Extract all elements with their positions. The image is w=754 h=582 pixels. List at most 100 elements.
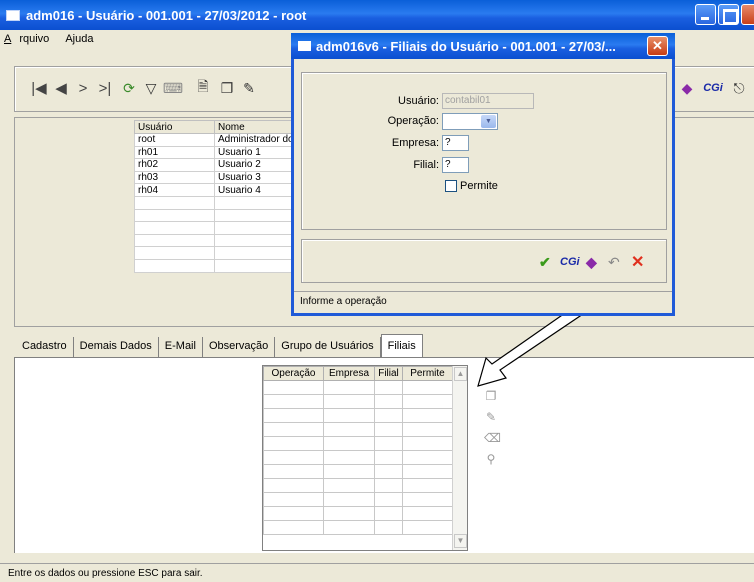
edit-icon[interactable]: ✎ — [484, 410, 498, 425]
table-row-empty[interactable] — [263, 464, 453, 479]
menu-arquivo[interactable]: Arquivo — [4, 33, 57, 45]
table-row-empty[interactable] — [263, 380, 453, 395]
dialog-title-bar[interactable]: adm016v6 - Filiais do Usuário - 001.001 … — [291, 33, 675, 59]
empty-cell — [263, 464, 324, 479]
column-header-empresa[interactable]: Empresa — [323, 366, 375, 381]
eraser-icon[interactable]: ⌨ — [163, 77, 183, 99]
table-row[interactable]: rh01 Usuario 1 — [134, 145, 298, 160]
usuario-label: Usuário: — [398, 95, 439, 107]
filiais-tab-panel: Operação Empresa Filial Permite ▲ ▼ ❐ ✎ … — [14, 357, 754, 553]
tab-e-mail[interactable]: E-Mail — [159, 337, 203, 357]
filial-field[interactable]: ? — [442, 157, 469, 173]
column-header-operacao[interactable]: Operação — [263, 366, 324, 381]
table-row-empty[interactable] — [134, 208, 298, 223]
book-icon[interactable]: ◆ — [677, 77, 697, 99]
column-header-nome[interactable]: Nome — [214, 120, 298, 134]
table-row-empty[interactable] — [263, 408, 453, 423]
tab-observacao[interactable]: Observação — [203, 337, 276, 357]
empty-cell — [374, 380, 403, 395]
table-row-empty[interactable] — [134, 233, 298, 248]
checkbox-box[interactable] — [445, 180, 457, 192]
chevron-down-icon[interactable]: ▼ — [481, 114, 496, 128]
close-button[interactable] — [741, 4, 754, 25]
undo-icon[interactable]: ↶ — [608, 254, 620, 271]
table-row[interactable]: rh02 Usuario 2 — [134, 158, 298, 172]
dialog-actions: ✔ CGi ◆ ↶ ✕ — [301, 239, 667, 283]
empty-cell — [134, 246, 215, 260]
copy-icon[interactable]: ❐ — [217, 77, 237, 99]
main-title-bar[interactable]: adm016 - Usuário - 001.001 - 27/03/2012 … — [0, 0, 754, 30]
filter-icon[interactable]: ▽ — [141, 77, 161, 99]
tab-cadastro[interactable]: Cadastro — [16, 337, 74, 357]
column-header-permite[interactable]: Permite — [402, 366, 453, 381]
edit-icon[interactable]: ✎ — [239, 77, 259, 99]
table-row-empty[interactable] — [263, 520, 453, 535]
empty-cell — [374, 478, 403, 493]
tab-filiais[interactable]: Filiais — [380, 334, 423, 357]
column-header-filial[interactable]: Filial — [374, 366, 403, 381]
table-row[interactable]: root Administrador do — [134, 133, 298, 147]
cgi-logo[interactable]: CGi — [560, 256, 580, 268]
first-record-icon[interactable]: |◀ — [29, 77, 49, 99]
empty-cell — [263, 436, 324, 451]
refresh-icon[interactable]: ⟳ — [119, 77, 139, 99]
empty-cell — [374, 436, 403, 451]
table-row-empty[interactable] — [263, 492, 453, 507]
table-row-empty[interactable] — [263, 478, 453, 493]
empresa-field[interactable]: ? — [442, 135, 469, 151]
empty-cell — [402, 464, 453, 479]
scroll-up-icon[interactable]: ▲ — [454, 367, 467, 381]
new-document-icon[interactable]: 🗎 — [193, 77, 213, 99]
table-row-empty[interactable] — [134, 246, 298, 260]
empty-cell — [323, 464, 375, 479]
empty-cell — [402, 422, 453, 437]
column-header-usuario[interactable]: Usuário — [134, 120, 215, 134]
table-row-empty[interactable] — [263, 422, 453, 437]
table-row[interactable]: rh03 Usuario 3 — [134, 170, 298, 185]
tab-demais-dados[interactable]: Demais Dados — [74, 337, 159, 357]
exit-icon[interactable]: ⎋ — [729, 77, 749, 99]
empty-cell — [374, 394, 403, 409]
empty-cell — [134, 258, 215, 273]
table-row-empty[interactable] — [263, 506, 453, 521]
empty-cell — [134, 221, 215, 235]
dialog-close-button[interactable]: ✕ — [647, 36, 668, 56]
cell-nome: Usuario 2 — [214, 158, 298, 172]
table-row-empty[interactable] — [263, 436, 453, 451]
table-row-empty[interactable] — [134, 221, 298, 235]
operacao-select[interactable]: ▼ — [442, 112, 498, 130]
cancel-x-icon[interactable]: ✕ — [631, 252, 644, 272]
empty-cell — [402, 520, 453, 535]
table-row-empty[interactable] — [263, 450, 453, 465]
next-record-icon[interactable]: > — [73, 77, 93, 99]
book-icon[interactable]: ◆ — [586, 254, 597, 271]
table-row-empty[interactable] — [263, 394, 453, 409]
search-icon[interactable]: ⚲ — [484, 452, 498, 467]
tab-grupo-de-usuarios[interactable]: Grupo de Usuários — [275, 337, 381, 357]
menu-arquivo-accel: A — [4, 33, 12, 45]
maximize-button[interactable] — [718, 4, 739, 25]
scroll-down-icon[interactable]: ▼ — [454, 534, 467, 548]
filiais-vertical-scrollbar[interactable]: ▲ ▼ — [452, 366, 467, 550]
previous-record-icon[interactable]: ◀ — [51, 77, 71, 99]
cell-usuario: root — [134, 133, 215, 147]
empty-cell — [402, 380, 453, 395]
empty-cell — [323, 520, 375, 535]
table-row-empty[interactable] — [134, 195, 298, 210]
trash-icon[interactable]: ⌫ — [484, 431, 501, 446]
permite-label: Permite — [460, 180, 498, 192]
empty-cell — [263, 380, 324, 395]
permite-checkbox[interactable]: Permite — [445, 180, 498, 192]
copy-icon[interactable]: ❐ — [484, 389, 498, 404]
empty-cell — [263, 394, 324, 409]
minimize-button[interactable] — [695, 4, 716, 25]
table-row-empty[interactable] — [134, 258, 298, 273]
filiais-grid: Operação Empresa Filial Permite — [263, 366, 453, 535]
cgi-logo[interactable]: CGi — [699, 77, 727, 99]
confirm-check-icon[interactable]: ✔ — [539, 254, 551, 271]
empty-cell — [374, 450, 403, 465]
menu-ajuda[interactable]: Ajuda — [65, 33, 101, 45]
last-record-icon[interactable]: >| — [95, 77, 115, 99]
table-row[interactable]: rh04 Usuario 4 — [134, 183, 298, 197]
empty-cell — [214, 246, 298, 260]
